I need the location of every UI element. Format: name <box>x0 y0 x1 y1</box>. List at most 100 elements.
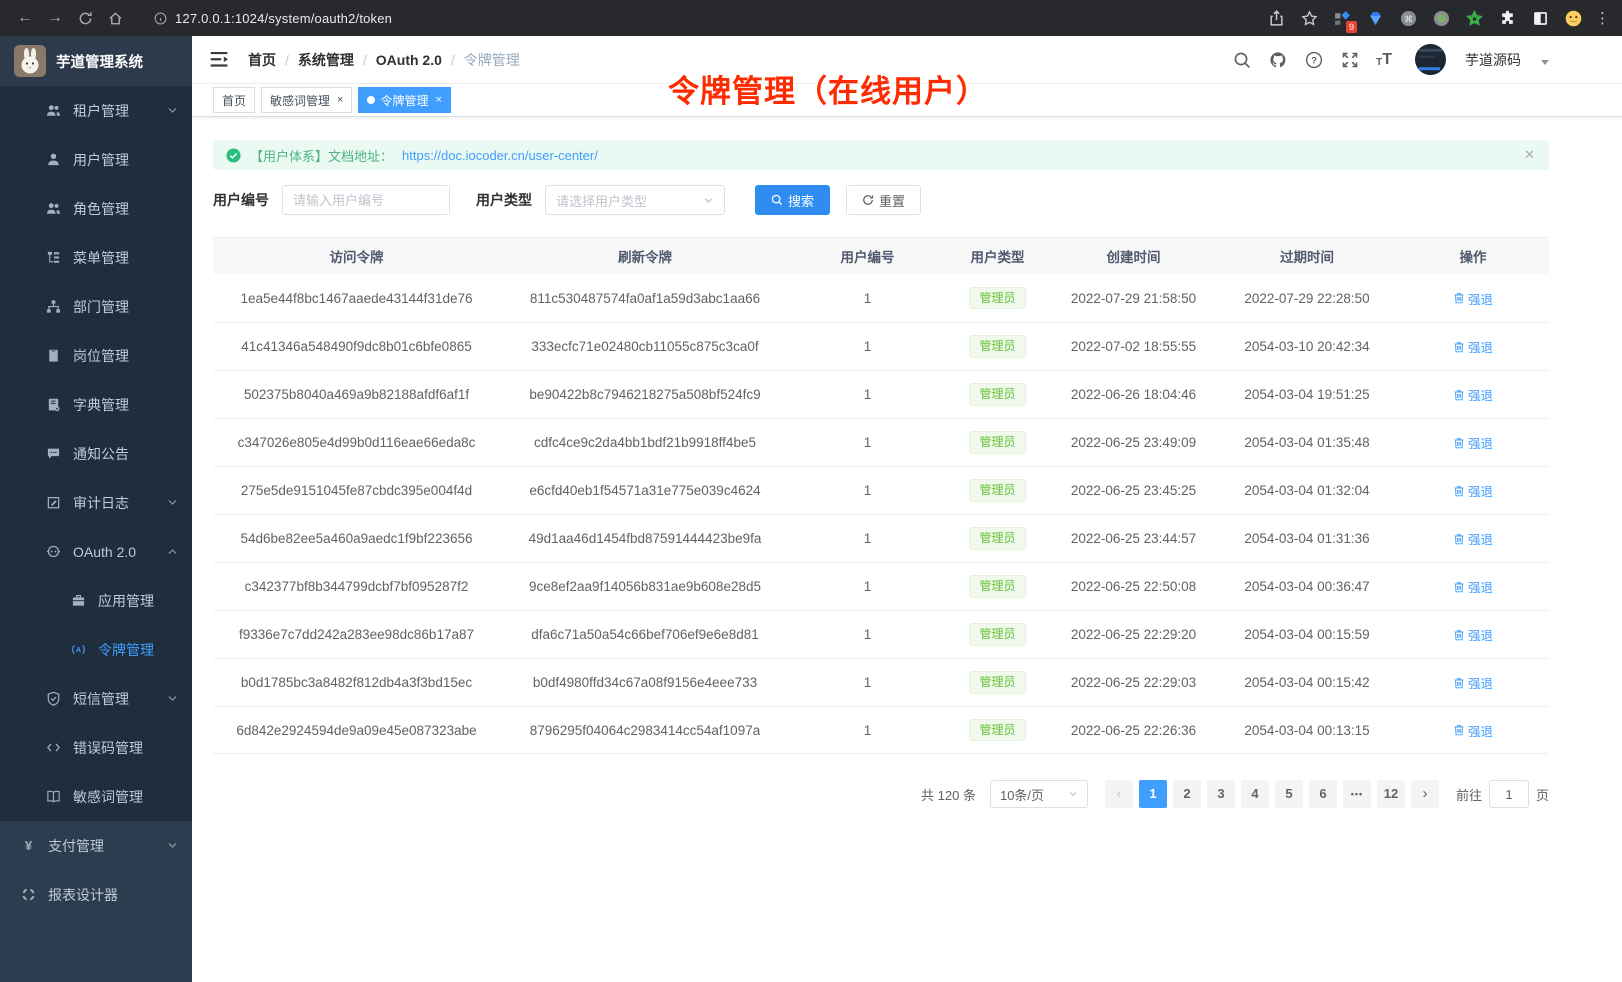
back-button[interactable]: ← <box>12 5 38 31</box>
tab-sensitive-word[interactable]: 敏感词管理× <box>261 87 352 113</box>
sidebar-item-report-designer[interactable]: 报表设计器 <box>0 870 192 919</box>
user-id-input[interactable] <box>282 185 450 215</box>
access-token-cell: c347026e805e4d99b0d116eae66eda8c <box>213 435 500 450</box>
page-size-select[interactable]: 10条/页 <box>990 780 1088 808</box>
force-logout-button[interactable]: 强退 <box>1453 529 1493 548</box>
sidebar-item-notice[interactable]: 通知公告 <box>0 429 192 478</box>
sidebar-item-dict[interactable]: 字典管理 <box>0 380 192 429</box>
robot-icon <box>45 544 61 560</box>
font-size-icon[interactable]: TT <box>1376 52 1392 68</box>
home-button[interactable] <box>102 5 128 31</box>
jump-page-input[interactable] <box>1489 780 1529 808</box>
sidebar-item-label: 短信管理 <box>73 689 129 709</box>
force-logout-button[interactable]: 强退 <box>1453 673 1493 692</box>
access-token-cell: 41c41346a548490f9dc8b01c6bfe0865 <box>213 339 500 354</box>
extension-record-icon[interactable] <box>1430 7 1452 29</box>
force-logout-button[interactable]: 强退 <box>1453 721 1493 740</box>
sidebar-item-menu[interactable]: 菜单管理 <box>0 233 192 282</box>
sidebar-item-error-code[interactable]: 错误码管理 <box>0 723 192 772</box>
access-token-cell: f9336e7c7dd242a283ee98dc86b17a87 <box>213 627 500 642</box>
tab-layout-icon[interactable] <box>1529 7 1551 29</box>
extension-diamond-icon[interactable]: 9 <box>1331 7 1353 29</box>
bookmark-star-icon[interactable] <box>1298 7 1320 29</box>
prev-page-button[interactable]: ‹ <box>1105 780 1133 808</box>
search-icon[interactable] <box>1232 50 1251 69</box>
user-avatar[interactable] <box>1415 44 1446 75</box>
ellipsis-button[interactable]: ••• <box>1343 780 1371 808</box>
close-icon[interactable]: × <box>435 94 441 106</box>
shield-icon <box>45 691 61 707</box>
page-button-1[interactable]: 1 <box>1139 780 1167 808</box>
access-token-cell: 502375b8040a469a9b82188afdf6af1f <box>213 387 500 402</box>
extension-command-icon[interactable]: ⌘ <box>1397 7 1419 29</box>
github-icon[interactable] <box>1268 50 1287 69</box>
reload-button[interactable] <box>72 5 98 31</box>
sidebar-item-oauth2[interactable]: OAuth 2.0 <box>0 527 192 576</box>
force-logout-button[interactable]: 强退 <box>1453 625 1493 644</box>
tab-home[interactable]: 首页 <box>213 87 255 113</box>
sidebar-item-role[interactable]: 角色管理 <box>0 184 192 233</box>
page-button-6[interactable]: 6 <box>1309 780 1337 808</box>
chat-icon <box>45 446 61 462</box>
page-button-5[interactable]: 5 <box>1275 780 1303 808</box>
token-table: 访问令牌刷新令牌用户编号用户类型创建时间过期时间操作 1ea5e44f8bc14… <box>213 237 1549 754</box>
fullscreen-icon[interactable] <box>1340 50 1359 69</box>
sidebar-item-sensitive-word[interactable]: 敏感词管理 <box>0 772 192 821</box>
alert-close-icon[interactable]: ✕ <box>1524 147 1535 163</box>
force-logout-button[interactable]: 强退 <box>1453 289 1493 308</box>
page-button-4[interactable]: 4 <box>1241 780 1269 808</box>
help-icon[interactable]: ? <box>1304 50 1323 69</box>
breadcrumb-item[interactable]: OAuth 2.0 <box>376 52 442 68</box>
users-icon <box>45 201 61 217</box>
sidebar-collapse-button[interactable] <box>210 51 232 69</box>
next-page-button[interactable]: › <box>1411 780 1439 808</box>
chevron-down-icon[interactable] <box>1541 60 1549 65</box>
reset-button[interactable]: 重置 <box>846 185 921 215</box>
force-logout-button[interactable]: 强退 <box>1453 481 1493 500</box>
profile-avatar[interactable] <box>1562 7 1584 29</box>
page-button-3[interactable]: 3 <box>1207 780 1235 808</box>
force-logout-button[interactable]: 强退 <box>1453 337 1493 356</box>
sidebar-item-user[interactable]: 用户管理 <box>0 135 192 184</box>
trash-icon <box>1453 629 1465 641</box>
breadcrumb-item[interactable]: 首页 <box>248 50 276 70</box>
search-button[interactable]: 搜索 <box>755 185 830 215</box>
create-time-cell: 2022-06-25 23:45:25 <box>1050 483 1217 498</box>
sidebar-item-oauth2-app[interactable]: 应用管理 <box>0 576 192 625</box>
user-name[interactable]: 芋道源码 <box>1465 50 1521 70</box>
breadcrumb-separator: / <box>285 52 289 68</box>
share-icon[interactable] <box>1265 7 1287 29</box>
user-type-badge: 管理员 <box>969 383 1025 405</box>
user-type-select[interactable]: 请选择用户类型 <box>545 185 725 215</box>
browser-menu-icon[interactable]: ⋮ <box>1595 9 1610 27</box>
sidebar-item-dept[interactable]: 部门管理 <box>0 282 192 331</box>
alert-doc-link[interactable]: https://doc.iocoder.cn/user-center/ <box>402 148 598 163</box>
table-row: c347026e805e4d99b0d116eae66eda8ccdfc4ce9… <box>213 418 1549 466</box>
search-icon <box>771 194 783 206</box>
sidebar-item-sms[interactable]: 短信管理 <box>0 674 192 723</box>
sidebar-item-oauth2-token[interactable]: A令牌管理 <box>0 625 192 674</box>
app-logo[interactable]: 芋道管理系统 <box>0 36 192 86</box>
expire-time-cell: 2054-03-10 20:42:34 <box>1217 339 1397 354</box>
tab-token[interactable]: 令牌管理× <box>358 87 450 113</box>
expire-time-cell: 2054-03-04 01:31:36 <box>1217 531 1397 546</box>
sidebar-item-tenant[interactable]: 租户管理 <box>0 86 192 135</box>
breadcrumb-item[interactable]: 系统管理 <box>298 50 354 70</box>
force-logout-button[interactable]: 强退 <box>1453 385 1493 404</box>
force-logout-button[interactable]: 强退 <box>1453 433 1493 452</box>
close-icon[interactable]: × <box>337 94 343 106</box>
page-button-2[interactable]: 2 <box>1173 780 1201 808</box>
sidebar-item-post[interactable]: 岗位管理 <box>0 331 192 380</box>
force-logout-button[interactable]: 强退 <box>1453 577 1493 596</box>
user-type-badge: 管理员 <box>969 527 1025 549</box>
forward-button[interactable]: → <box>42 5 68 31</box>
sidebar-item-label: 角色管理 <box>73 199 129 219</box>
refresh-token-cell: e6cfd40eb1f54571a31e775e039c4624 <box>500 483 790 498</box>
url-bar[interactable]: 127.0.0.1:1024/system/oauth2/token <box>142 5 1202 31</box>
extension-star-icon[interactable] <box>1463 7 1485 29</box>
extension-gem-icon[interactable] <box>1364 7 1386 29</box>
sidebar-item-pay[interactable]: ¥支付管理 <box>0 821 192 870</box>
sidebar-item-audit-log[interactable]: 审计日志 <box>0 478 192 527</box>
page-button-12[interactable]: 12 <box>1377 780 1405 808</box>
extension-puzzle-icon[interactable] <box>1496 7 1518 29</box>
